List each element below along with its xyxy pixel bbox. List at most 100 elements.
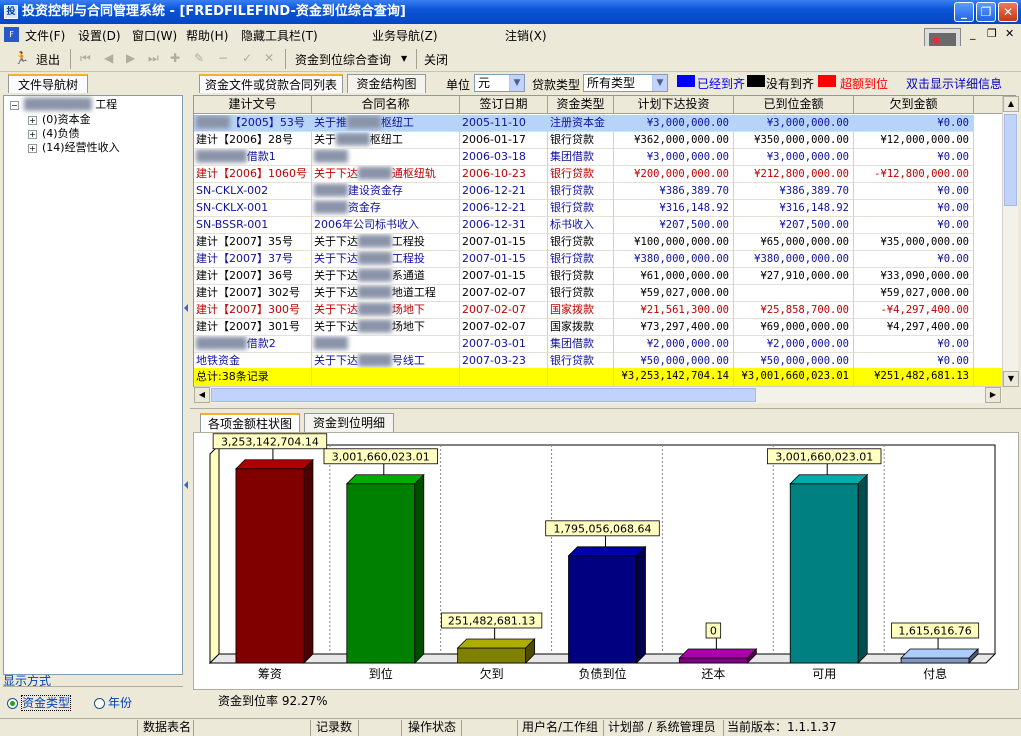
cell-arrived: ¥65,000,000.00 (734, 234, 854, 251)
query-dropdown[interactable]: 资金到位综合查询 (295, 51, 391, 68)
cell-plan: ¥73,297,400.00 (614, 319, 734, 336)
cell-contract-name: 关于下达████地道工程 (312, 285, 460, 302)
table-row[interactable]: 建计【2007】300号 关于下达████场地下 2007-02-07 国家拨款 ¥21… (194, 302, 1002, 319)
cell-date: 2007-01-15 (460, 268, 548, 285)
tree-root[interactable]: − ████████ 工程 (10, 98, 117, 112)
exit-button[interactable]: 退出 (36, 51, 60, 68)
radio-unselected-icon[interactable] (94, 698, 105, 709)
table-row[interactable]: 建计【2007】36号 关于下达████系通道 2007-01-15 银行贷款 ¥61,… (194, 268, 1002, 285)
exit-icon[interactable]: 🏃 (14, 51, 29, 65)
cell-plan: ¥386,389.70 (614, 183, 734, 200)
radio-selected-icon[interactable] (7, 698, 18, 709)
mdi-minimize-icon[interactable]: _ (970, 27, 976, 40)
table-row[interactable]: 建计【2007】301号 关于下达████场地下 2007-02-07 国家拨款 ¥73… (194, 319, 1002, 336)
menu-window[interactable]: 窗口(W) (132, 27, 177, 44)
table-hscroll[interactable]: ◀ ▶ (194, 386, 1002, 403)
legend-swatch-arrived (677, 75, 695, 87)
window-title: 投资控制与合同管理系统 - [FREDFILEFIND-资金到位综合查询] (22, 4, 406, 19)
table-row[interactable]: ██████借款2 ████ 2007-03-01 集团借款 ¥2,000,000.00… (194, 336, 1002, 353)
column-header[interactable]: 资金类型 (548, 96, 614, 114)
menu-hide-toolbar[interactable]: 隐藏工具栏(T) (241, 27, 318, 44)
menu-help[interactable]: 帮助(H) (186, 27, 228, 44)
tab-file-nav[interactable]: 文件导航树 (8, 74, 88, 93)
cell-doc: ██████借款1 (194, 149, 312, 166)
cell-doc: 建计【2007】300号 (194, 302, 312, 319)
column-header[interactable]: 计划下达投资 (614, 96, 734, 114)
scroll-down-icon[interactable]: ▼ (1003, 371, 1019, 387)
tab-fund-structure[interactable]: 资金结构图 (347, 74, 426, 93)
maximize-button[interactable]: ❐ (976, 2, 996, 22)
menu-bar: F 文件(F) 设置(D) 窗口(W) 帮助(H) 隐藏工具栏(T) 业务导航(… (0, 24, 1021, 62)
table-row[interactable]: 建计【2007】302号 关于下达████地道工程 2007-02-07 银行贷款 ¥5… (194, 285, 1002, 302)
scroll-thumb[interactable] (1004, 114, 1017, 206)
tab-fund-detail[interactable]: 资金到位明细 (304, 413, 394, 432)
cell-plan: ¥362,000,000.00 (614, 132, 734, 149)
column-header[interactable]: 合同名称 (312, 96, 460, 114)
mdi-close-icon[interactable]: ✕ (1005, 27, 1014, 40)
table-row[interactable]: 建计【2007】37号 关于下达████工程投 2007-01-15 银行贷款 ¥380… (194, 251, 1002, 268)
category-label: 到位 (369, 666, 393, 681)
bar-side (414, 473, 425, 664)
data-label: 3,001,660,023.01 (332, 450, 430, 463)
cell-plan: ¥200,000,000.00 (614, 166, 734, 183)
cell-contract-name: ████ (312, 149, 460, 166)
table-row[interactable]: ████【2005】53号 关于推████枢纽工 2005-11-10 注册资本金 ¥3… (194, 115, 1002, 132)
table-row[interactable]: SN-CKLX-001 ████资金存 2006-12-21 银行贷款 ¥316,148… (194, 200, 1002, 217)
bar-top (789, 474, 869, 485)
unit-select[interactable]: 元 ▼ (474, 74, 525, 92)
cell-owed: -¥4,297,400.00 (854, 302, 974, 319)
cell-contract-name: 关于推████枢纽工 (312, 115, 460, 132)
mdi-restore-icon[interactable]: ❐ (987, 27, 997, 40)
data-label: 251,482,681.13 (448, 614, 535, 627)
scroll-left-icon[interactable]: ◀ (194, 387, 210, 403)
table-vscroll[interactable]: ▲ ▼ (1002, 96, 1019, 387)
app-icon: 投 (4, 5, 18, 19)
cell-contract-name: 关于████枢纽工 (312, 132, 460, 149)
fund-table[interactable]: 建计文号 合同名称 签订日期 资金类型 计划下达投资 已到位金额 欠到金额 ████【200… (193, 95, 1016, 387)
cell-arrived: ¥350,000,000.00 (734, 132, 854, 149)
tab-fund-list[interactable]: 资金文件或贷款合同列表 (199, 74, 343, 93)
cell-arrived: ¥25,858,700.00 (734, 302, 854, 319)
tree-item-income[interactable]: + (14)经营性收入 (28, 141, 120, 155)
total-plan: ¥3,253,142,704.14 (614, 368, 734, 386)
hscroll-thumb[interactable] (211, 388, 756, 402)
tree-item-capital[interactable]: + (0)资本金 (28, 113, 91, 127)
radio-year[interactable]: 年份 (94, 694, 132, 711)
chevron-down-icon[interactable]: ▼ (401, 54, 407, 63)
bar-top (567, 546, 647, 557)
radio-fund-type[interactable]: 资金类型 (7, 694, 72, 711)
cell-type: 银行贷款 (548, 132, 614, 149)
column-header[interactable]: 已到位金额 (734, 96, 854, 114)
scroll-right-icon[interactable]: ▶ (985, 387, 1001, 403)
cell-arrived: ¥207,500.00 (734, 217, 854, 234)
close-button[interactable]: 关闭 (424, 51, 448, 68)
column-header[interactable]: 签订日期 (460, 96, 548, 114)
cell-date: 2006-12-21 (460, 200, 548, 217)
table-row[interactable]: ██████借款1 ████ 2006-03-18 集团借款 ¥3,000,000.00… (194, 149, 1002, 166)
loan-type-select[interactable]: 所有类型 ▼ (583, 74, 668, 92)
cell-date: 2006-12-31 (460, 217, 548, 234)
close-window-button[interactable]: ✕ (998, 2, 1018, 22)
menu-file[interactable]: 文件(F) (25, 27, 65, 44)
column-header[interactable]: 建计文号 (194, 96, 312, 114)
table-row[interactable]: 建计【2006】1060号 关于下达████通枢纽轨 2006-10-23 银行贷款 ¥… (194, 166, 1002, 183)
minimize-button[interactable]: _ (954, 2, 974, 22)
column-header[interactable]: 欠到金额 (854, 96, 974, 114)
unit-label: 单位 (446, 78, 471, 92)
menu-settings[interactable]: 设置(D) (78, 27, 121, 44)
splitter[interactable] (183, 96, 190, 696)
scroll-up-icon[interactable]: ▲ (1003, 96, 1019, 112)
menu-logout[interactable]: 注销(X) (505, 27, 547, 44)
cell-type: 银行贷款 (548, 183, 614, 200)
table-row[interactable]: 建计【2006】28号 关于████枢纽工 2006-01-17 银行贷款 ¥362,0… (194, 132, 1002, 149)
table-row[interactable]: SN-BSSR-001 2006年公司标书收入 2006-12-31 标书收入 ¥207… (194, 217, 1002, 234)
menu-business-nav[interactable]: 业务导航(Z) (372, 27, 438, 44)
tree-item-debt[interactable]: + (4)负债 (28, 127, 80, 141)
toolbar: 🏃 退出 ⏮ ◀ ▶ ⏭ ✚ ✎ − ✓ ✕ 资金到位综合查询 ▼ 关闭 (0, 46, 1021, 72)
tab-bar-chart[interactable]: 各项金额柱状图 (200, 413, 300, 432)
cell-date: 2006-12-21 (460, 183, 548, 200)
category-label: 欠到 (480, 666, 504, 681)
cell-plan: ¥59,027,000.00 (614, 285, 734, 302)
table-row[interactable]: SN-CKLX-002 ████建设资金存 2006-12-21 银行贷款 ¥386,3… (194, 183, 1002, 200)
table-row[interactable]: 建计【2007】35号 关于下达████工程投 2007-01-15 银行贷款 ¥100… (194, 234, 1002, 251)
